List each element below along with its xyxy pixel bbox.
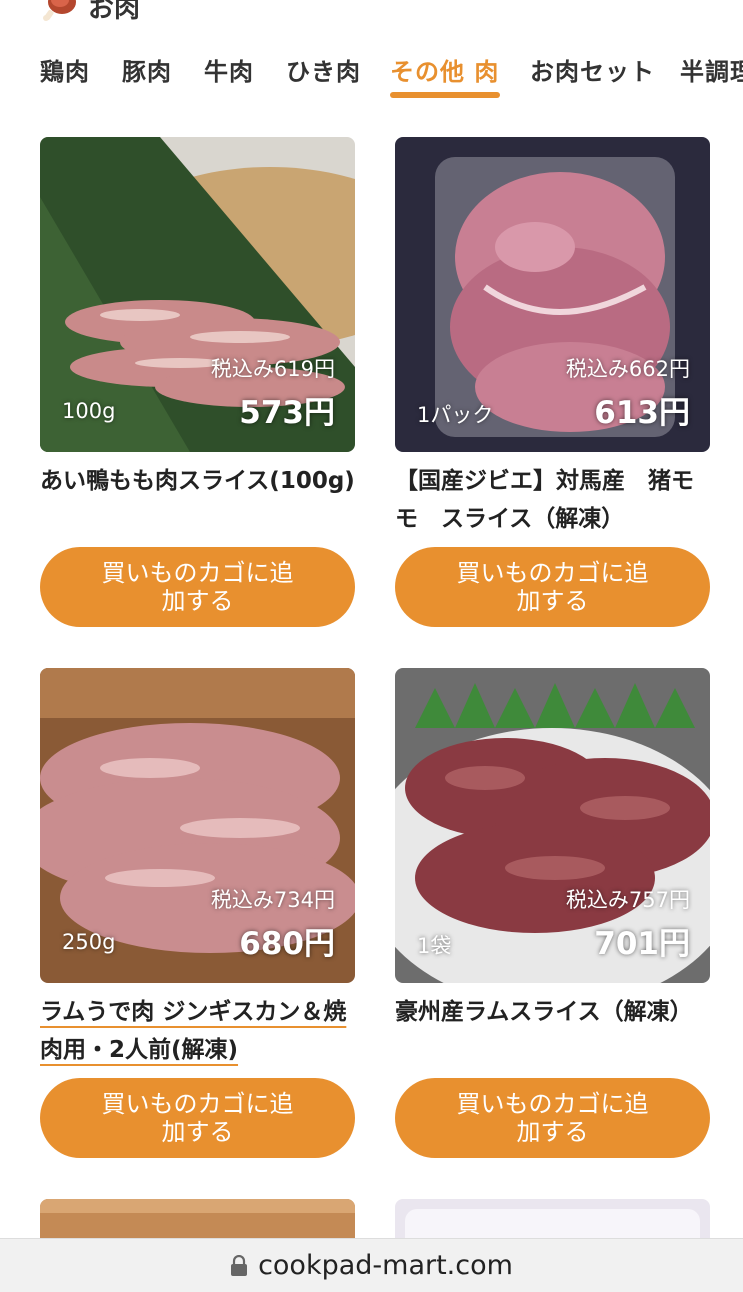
active-tab-indicator (390, 92, 500, 98)
tab-minced[interactable]: ひき肉 (286, 52, 361, 87)
product-amount: 1袋 (417, 934, 452, 958)
browser-url-bar[interactable]: cookpad-mart.com (0, 1238, 743, 1292)
add-to-cart-button[interactable]: 買いものカゴに追加する (395, 547, 710, 627)
url-text: cookpad-mart.com (258, 1250, 513, 1281)
tab-beef[interactable]: 牛肉 (204, 52, 254, 87)
tab-meat-set[interactable]: お肉セット (530, 52, 655, 87)
add-to-cart-button[interactable]: 買いものカゴに追加する (40, 1078, 355, 1158)
product-image[interactable]: 税込み734円 250g 680円 (40, 668, 355, 983)
product-name[interactable]: 【国産ジビエ】対馬産 猪モモ スライス（解凍） (395, 462, 710, 538)
product-amount: 100g (62, 399, 116, 423)
product-amount: 1パック (417, 403, 494, 427)
product-image[interactable]: 税込み662円 1パック 613円 (395, 137, 710, 452)
product-image[interactable]: 税込み619円 100g 573円 (40, 137, 355, 452)
product-name[interactable]: あい鴨もも肉スライス(100g) (40, 462, 355, 500)
product-name[interactable]: 豪州産ラムスライス（解凍） (395, 993, 710, 1031)
product-price: 613円 (594, 395, 690, 431)
product-name[interactable]: ラムうで肉 ジンギスカン＆焼肉用・2人前(解凍) (40, 993, 355, 1069)
tab-chicken[interactable]: 鶏肉 (40, 52, 90, 87)
product-amount: 250g (62, 930, 116, 954)
tax-included-price: 税込み619円 (210, 357, 335, 381)
tab-semi-prepared[interactable]: 半調理 (680, 52, 743, 87)
product-image[interactable]: 税込み757円 1袋 701円 (395, 668, 710, 983)
add-to-cart-button[interactable]: 買いものカゴに追加する (395, 1078, 710, 1158)
lock-icon (230, 1254, 248, 1277)
tax-included-price: 税込み734円 (210, 888, 335, 912)
product-price: 701円 (594, 926, 690, 962)
page-title-text: お肉 (88, 0, 141, 24)
tab-other-meat[interactable]: その他 肉 (390, 52, 499, 87)
add-to-cart-button[interactable]: 買いものカゴに追加する (40, 547, 355, 627)
product-price: 680円 (239, 926, 335, 962)
tax-included-price: 税込み757円 (565, 888, 690, 912)
category-tabs: 鶏肉 豚肉 牛肉 ひき肉 その他 肉 お肉セット 半調理 (0, 40, 743, 100)
tab-pork[interactable]: 豚肉 (122, 52, 172, 87)
product-price: 573円 (239, 395, 335, 431)
page-title: お肉 (40, 0, 140, 26)
tax-included-price: 税込み662円 (565, 357, 690, 381)
meat-icon (40, 0, 80, 22)
